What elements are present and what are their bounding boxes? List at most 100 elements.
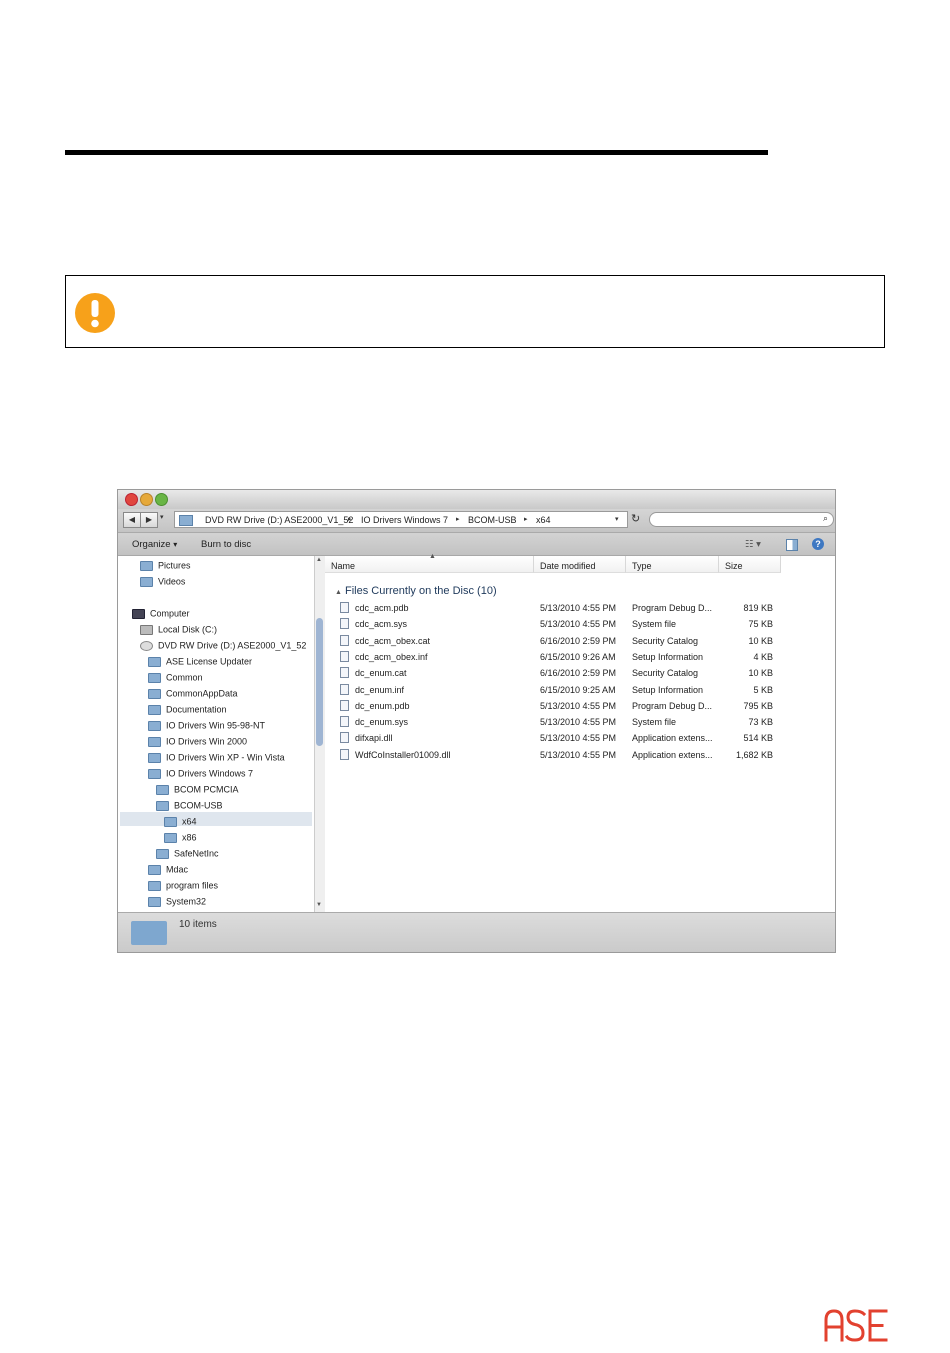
file-row[interactable]: cdc_acm_obex.cat 6/16/2010 2:59 PM Securit… [325, 633, 835, 649]
breadcrumb-x64[interactable]: x64 [536, 515, 551, 525]
nav-item-program-files[interactable]: program files [148, 880, 218, 894]
file-icon [340, 732, 349, 744]
file-date-modified: 5/13/2010 4:55 PM [540, 619, 617, 630]
nav-item-dvd-drive[interactable]: DVD RW Drive (D:) ASE2000_V1_52 [140, 640, 306, 654]
column-header-size[interactable]: Size [719, 556, 781, 573]
file-row[interactable]: cdc_acm_obex.inf 6/15/2010 9:26 AM Setup I… [325, 649, 835, 665]
maximize-window-button[interactable] [155, 493, 168, 506]
file-row[interactable]: dc_enum.pdb 5/13/2010 4:55 PM Program Debu… [325, 698, 835, 714]
file-icon [340, 699, 349, 711]
nav-label: Common [166, 672, 203, 683]
file-name: dc_enum.sys [355, 717, 409, 728]
back-button[interactable]: ◀ [123, 512, 141, 528]
nav-item-ase-license-updater[interactable]: ASE License Updater [148, 656, 252, 670]
nav-item-safenetinc[interactable]: SafeNetInc [156, 848, 219, 862]
file-type: Security Catalog [632, 668, 699, 679]
file-date-modified: 6/15/2010 9:25 AM [540, 684, 616, 695]
file-row[interactable]: cdc_acm.sys 5/13/2010 4:55 PM System file 7… [325, 616, 835, 632]
search-input[interactable]: ⌕ [649, 512, 834, 527]
file-icon [340, 650, 349, 662]
nav-label: BCOM PCMCIA [174, 784, 239, 795]
nav-item-local-disk[interactable]: Local Disk (C:) [140, 624, 217, 638]
file-size: 5 KB [753, 684, 773, 695]
nav-label: Pictures [158, 560, 191, 571]
scrollbar-thumb[interactable] [316, 618, 323, 746]
breadcrumb-drive[interactable]: DVD RW Drive (D:) ASE2000_V1_52 [205, 515, 353, 525]
file-type: Setup Information [632, 651, 704, 662]
nav-item-bcom-usb[interactable]: BCOM-USB [156, 800, 223, 814]
burn-to-disc-button[interactable]: Burn to disc [201, 539, 251, 550]
minimize-window-button[interactable] [140, 493, 153, 506]
breadcrumb-io-drivers-win7[interactable]: IO Drivers Windows 7 [361, 515, 448, 525]
nav-item-io-drivers-win7[interactable]: IO Drivers Windows 7 [148, 768, 253, 782]
nav-item-computer[interactable]: Computer [132, 608, 190, 622]
folder-icon [179, 515, 193, 526]
column-header-date-modified[interactable]: Date modified [534, 556, 626, 573]
nav-item-mdac[interactable]: Mdac [148, 864, 188, 878]
forward-button[interactable]: ▶ [140, 512, 158, 528]
file-type: Application extens... [632, 733, 713, 744]
hard-drive-icon [140, 624, 153, 635]
scroll-up-arrow-icon[interactable]: ▲ [316, 557, 322, 563]
scroll-down-arrow-icon[interactable]: ▼ [316, 902, 322, 908]
item-count: 10 items [179, 919, 217, 930]
help-icon[interactable]: ? [812, 538, 824, 550]
nav-label: System32 [166, 896, 207, 907]
nav-item-common[interactable]: Common [148, 672, 203, 686]
nav-item-videos[interactable]: Videos [140, 576, 185, 590]
file-type: Setup Information [632, 684, 704, 695]
collapse-arrow-icon[interactable]: ▲ [335, 589, 342, 596]
file-name: difxapi.dll [355, 733, 393, 744]
nav-item-system32[interactable]: System32 [148, 896, 206, 910]
breadcrumb-bcom-usb[interactable]: BCOM-USB [468, 515, 517, 525]
nav-item-bcom-pcmcia[interactable]: BCOM PCMCIA [156, 784, 239, 798]
address-path[interactable]: DVD RW Drive (D:) ASE2000_V1_52 ▸ IO Dri… [174, 511, 628, 528]
views-icon[interactable]: ☷ ▾ [745, 539, 761, 550]
nav-item-x64[interactable]: x64 [164, 816, 197, 830]
nav-item-io-drivers-winxp[interactable]: IO Drivers Win XP - Win Vista [148, 752, 285, 766]
close-window-button[interactable] [125, 493, 138, 506]
nav-item-io-drivers-win2000[interactable]: IO Drivers Win 2000 [148, 736, 247, 750]
folder-icon [148, 656, 161, 667]
nav-item-pictures[interactable]: Pictures [140, 560, 191, 574]
file-row[interactable]: cdc_acm.pdb 5/13/2010 4:55 PM Program Debu… [325, 600, 835, 616]
file-row[interactable]: difxapi.dll 5/13/2010 4:55 PM Application … [325, 730, 835, 746]
file-date-modified: 5/13/2010 4:55 PM [540, 733, 617, 744]
organize-button[interactable]: Organize ▾ [132, 539, 177, 550]
search-icon[interactable]: ⌕ [823, 513, 828, 524]
ase-logo [824, 1309, 888, 1342]
dvd-drive-icon [140, 640, 153, 651]
details-pane: 10 items [118, 912, 835, 952]
file-row[interactable]: dc_enum.inf 6/15/2010 9:25 AM Setup Inform… [325, 682, 835, 698]
nav-label: x86 [182, 832, 197, 843]
file-size: 75 KB [748, 619, 773, 630]
history-dropdown-icon[interactable]: ▾ [160, 513, 164, 521]
folder-icon [148, 720, 161, 731]
column-header-type[interactable]: Type [626, 556, 719, 573]
chevron-down-icon[interactable]: ▾ [615, 515, 619, 523]
nav-item-io-drivers-win95[interactable]: IO Drivers Win 95-98-NT [148, 720, 265, 734]
file-row[interactable]: dc_enum.sys 5/13/2010 4:55 PM System file 7… [325, 714, 835, 730]
nav-label: x64 [182, 816, 197, 827]
file-size: 73 KB [748, 717, 773, 728]
folder-icon [156, 800, 169, 811]
nav-item-x86[interactable]: x86 [164, 832, 197, 846]
nav-pane-scrollbar[interactable]: ▲ ▼ [314, 556, 325, 912]
file-date-modified: 6/16/2010 2:59 PM [540, 668, 617, 679]
nav-label: Computer [150, 608, 190, 619]
organize-label: Organize [132, 539, 171, 550]
folder-icon [148, 864, 161, 875]
refresh-icon[interactable]: ↻ [631, 512, 640, 525]
nav-item-documentation[interactable]: Documentation [148, 704, 227, 718]
file-date-modified: 6/15/2010 9:26 AM [540, 651, 616, 662]
group-header[interactable]: ▲ Files Currently on the Disc (10) [335, 585, 497, 597]
nav-item-commonappdata[interactable]: CommonAppData [148, 688, 238, 702]
file-type: Security Catalog [632, 635, 699, 646]
preview-pane-icon[interactable] [786, 539, 798, 551]
folder-icon [148, 896, 161, 907]
file-row[interactable]: dc_enum.cat 6/16/2010 2:59 PM Security Cat… [325, 665, 835, 681]
folder-icon [156, 848, 169, 859]
file-name: cdc_acm_obex.inf [355, 651, 428, 662]
folder-icon [148, 752, 161, 763]
file-row[interactable]: WdfCoInstaller01009.dll 5/13/2010 4:55 PM… [325, 747, 835, 763]
